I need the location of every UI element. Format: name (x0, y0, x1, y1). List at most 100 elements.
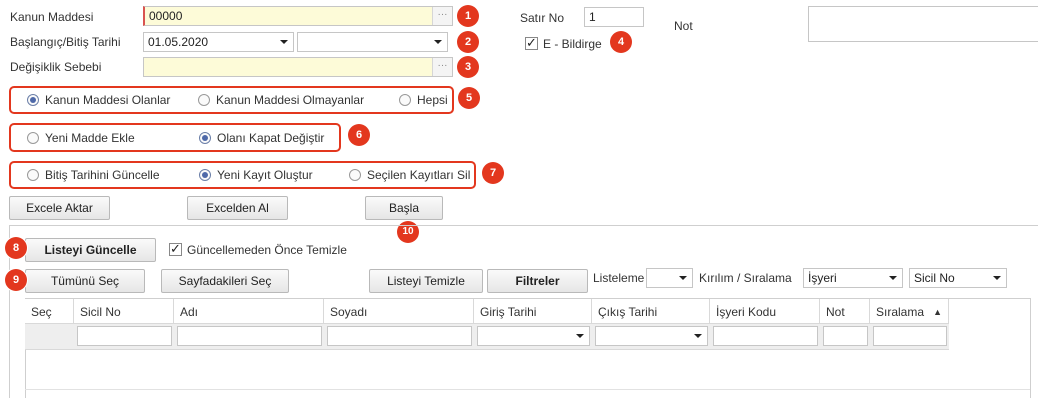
col-header-sec[interactable]: Seç (25, 299, 74, 325)
filter-giris-tarihi-dropdown[interactable] (477, 326, 590, 346)
grid-filter-row (25, 324, 949, 350)
kanun-maddesi-ellipsis-button[interactable]: ··· (432, 7, 452, 25)
col-header-soyadi[interactable]: Soyadı (324, 299, 474, 325)
radio-olani-kapat-degistir[interactable]: Olanı Kapat Değiştir (199, 130, 324, 146)
radio-dot (399, 94, 411, 106)
degisiklik-sebebi-ellipsis-button[interactable]: ··· (432, 58, 452, 76)
radio-label: Hepsi (417, 93, 448, 107)
chevron-down-icon (434, 40, 442, 44)
filter-soyadi-input[interactable] (327, 326, 472, 346)
radio-dot (27, 169, 39, 181)
sort-ascending-icon: ▲ (933, 307, 942, 317)
siralama-dropdown[interactable]: Sicil No (909, 268, 1007, 288)
excelden-al-button[interactable]: Excelden Al (187, 196, 288, 220)
filter-isyeri-kodu-input[interactable] (713, 326, 818, 346)
listeleme-label: Listeleme (593, 271, 645, 285)
kanun-maddesi-label: Kanun Maddesi (10, 10, 94, 24)
tumunu-sec-button[interactable]: Tümünü Seç (25, 269, 145, 293)
baslangic-tarihi-dropdown[interactable]: 01.05.2020 (143, 32, 294, 52)
radio-bitis-tarihini-guncelle[interactable]: Bitiş Tarihini Güncelle (27, 167, 160, 183)
col-header-adi[interactable]: Adı (174, 299, 324, 325)
excele-aktar-button[interactable]: Excele Aktar (9, 196, 110, 220)
guncellemeden-once-temizle-checkbox[interactable] (169, 241, 182, 257)
filter-siralama-input[interactable] (873, 326, 947, 346)
chevron-down-icon (993, 276, 1001, 280)
baslangic-tarihi-value: 01.05.2020 (148, 35, 209, 49)
chevron-down-icon (576, 334, 584, 338)
tarih-label: Başlangıç/Bitiş Tarihi (10, 35, 121, 49)
radio-dot (27, 94, 39, 106)
col-header-not[interactable]: Not (820, 299, 870, 325)
grid-top-border-extended (949, 298, 1030, 299)
grid-bottom-scroll-line (25, 389, 1030, 390)
kanun-maddesi-value: 00000 (149, 9, 183, 23)
satir-no-input[interactable]: 1 (584, 7, 644, 27)
badge-1: 1 (457, 5, 479, 27)
badge-3: 3 (457, 56, 479, 78)
col-header-siralama-label: Sıralama (876, 305, 925, 319)
sayfadakileri-sec-button[interactable]: Sayfadakileri Seç (161, 269, 289, 293)
badge-8: 8 (5, 237, 27, 259)
basla-button[interactable]: Başla (365, 196, 443, 220)
degisiklik-sebebi-input[interactable]: ··· (143, 57, 453, 77)
radio-kanun-maddesi-olanlar[interactable]: Kanun Maddesi Olanlar (27, 92, 170, 108)
col-header-cikis-tarihi[interactable]: Çıkış Tarihi (592, 299, 710, 325)
col-header-isyeri-kodu[interactable]: İşyeri Kodu (710, 299, 820, 325)
radio-label: Yeni Kayıt Oluştur (217, 168, 313, 182)
badge-5: 5 (458, 87, 480, 109)
guncellemeden-once-temizle-label: Güncellemeden Önce Temizle (187, 243, 347, 257)
radio-hepsi[interactable]: Hepsi (399, 92, 448, 108)
badge-6: 6 (348, 124, 370, 146)
not-textarea[interactable] (808, 6, 1038, 42)
radio-label: Yeni Madde Ekle (45, 131, 135, 145)
chevron-down-icon (280, 40, 288, 44)
siralama-value: Sicil No (914, 271, 955, 285)
col-header-siralama[interactable]: Sıralama ▲ (870, 299, 949, 325)
badge-2: 2 (457, 31, 479, 53)
chevron-down-icon (694, 334, 702, 338)
radio-dot (27, 132, 39, 144)
radio-label: Seçilen Kayıtları Sil (367, 168, 471, 182)
radio-yeni-kayit-olustur[interactable]: Yeni Kayıt Oluştur (199, 167, 313, 183)
e-bildirge-checkbox[interactable] (525, 35, 538, 51)
radio-dot (349, 169, 361, 181)
radio-yeni-madde-ekle[interactable]: Yeni Madde Ekle (27, 130, 135, 146)
filter-cikis-tarihi-dropdown[interactable] (595, 326, 708, 346)
radio-dot (198, 94, 210, 106)
badge-7: 7 (482, 162, 504, 184)
listeleme-dropdown[interactable] (646, 268, 693, 288)
kirilim-dropdown[interactable]: İşyeri (803, 268, 903, 288)
section-divider (9, 225, 1038, 226)
kirilim-value: İşyeri (808, 271, 837, 285)
filtreler-button[interactable]: Filtreler (487, 269, 588, 293)
degisiklik-sebebi-label: Değişiklik Sebebi (10, 60, 102, 74)
filter-adi-input[interactable] (177, 326, 322, 346)
radio-label: Kanun Maddesi Olmayanlar (216, 93, 365, 107)
filter-sicil-no-input[interactable] (77, 326, 172, 346)
radio-dot (199, 169, 211, 181)
badge-9: 9 (5, 269, 27, 291)
radio-dot (199, 132, 211, 144)
col-header-giris-tarihi[interactable]: Giriş Tarihi (474, 299, 592, 325)
satir-no-value: 1 (589, 10, 596, 24)
radio-label: Kanun Maddesi Olanlar (45, 93, 171, 107)
kanun-maddesi-input[interactable]: 00000 ··· (143, 6, 453, 26)
filter-not-input[interactable] (823, 326, 868, 346)
chevron-down-icon (679, 276, 687, 280)
not-label: Not (674, 19, 693, 33)
radio-kanun-maddesi-olmayanlar[interactable]: Kanun Maddesi Olmayanlar (198, 92, 364, 108)
col-header-sicil-no[interactable]: Sicil No (74, 299, 174, 325)
listeyi-guncelle-button[interactable]: Listeyi Güncelle (25, 238, 156, 262)
badge-4: 4 (610, 31, 632, 53)
bitis-tarihi-dropdown[interactable] (297, 32, 448, 52)
satir-no-label: Satır No (520, 11, 565, 25)
listeyi-temizle-button[interactable]: Listeyi Temizle (369, 269, 483, 293)
radio-secilen-kayitlari-sil[interactable]: Seçilen Kayıtları Sil (349, 167, 470, 183)
radio-label: Olanı Kapat Değiştir (217, 131, 325, 145)
grid-right-border (1030, 298, 1031, 398)
radio-label: Bitiş Tarihini Güncelle (45, 168, 160, 182)
kirilim-siralama-label: Kırılım / Sıralama (699, 271, 792, 285)
chevron-down-icon (889, 276, 897, 280)
e-bildirge-label: E - Bildirge (543, 37, 602, 51)
grid-header-row: Seç Sicil No Adı Soyadı Giriş Tarihi Çık… (25, 298, 949, 325)
